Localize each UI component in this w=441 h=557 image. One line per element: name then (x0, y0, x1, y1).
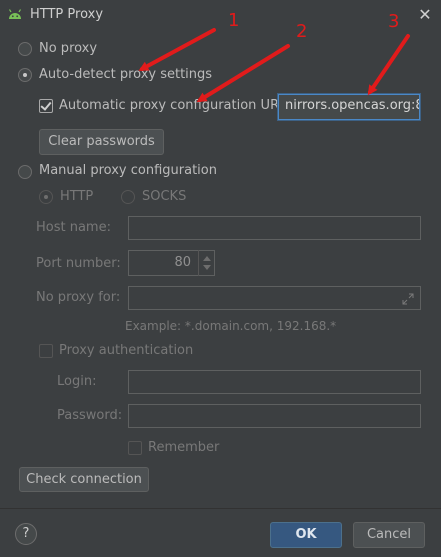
proxy-auth-label: Proxy authentication (59, 343, 194, 358)
window-title: HTTP Proxy (30, 7, 104, 22)
cancel-button[interactable]: Cancel (353, 522, 425, 548)
manual-proxy-label: Manual proxy configuration (39, 163, 217, 178)
no-proxy-radio[interactable] (18, 42, 32, 56)
socks-radio[interactable] (121, 190, 135, 204)
auto-config-label: Automatic proxy configuration URL: (59, 98, 291, 113)
no-proxy-for-label: No proxy for: (36, 290, 121, 305)
http-radio[interactable] (39, 190, 53, 204)
auto-config-checkbox[interactable] (39, 99, 53, 113)
annotation-number-3: 3 (388, 11, 400, 32)
login-input[interactable] (128, 370, 421, 394)
no-proxy-for-input[interactable] (128, 286, 421, 310)
remember-label: Remember (148, 440, 220, 455)
android-icon (8, 9, 22, 19)
socks-label: SOCKS (142, 189, 187, 204)
auto-detect-label: Auto-detect proxy settings (39, 67, 213, 82)
annotation-number-1: 1 (228, 10, 240, 31)
expand-icon[interactable] (402, 293, 414, 305)
manual-proxy-radio[interactable] (18, 165, 32, 179)
help-icon[interactable]: ? (15, 523, 37, 545)
clear-passwords-button[interactable]: Clear passwords (39, 129, 164, 155)
annotation-arrow-2 (196, 44, 290, 103)
footer-separator (0, 508, 441, 509)
spinner-arrows-icon[interactable] (198, 250, 215, 276)
auto-detect-radio[interactable] (18, 68, 32, 82)
port-number-value: 80 (174, 255, 191, 270)
port-number-label: Port number: (36, 256, 121, 271)
annotation-arrow-3 (367, 34, 410, 96)
proxy-auth-checkbox[interactable] (39, 344, 53, 358)
annotation-arrow-1 (138, 28, 216, 71)
http-label: HTTP (60, 189, 94, 204)
close-icon[interactable]: ✕ (415, 5, 435, 25)
login-label: Login: (57, 374, 97, 389)
ok-button[interactable]: OK (270, 522, 342, 548)
example-hint: Example: *.domain.com, 192.168.* (125, 319, 337, 333)
host-name-label: Host name: (36, 220, 111, 235)
host-name-input[interactable] (128, 216, 421, 240)
no-proxy-label: No proxy (39, 41, 98, 56)
annotation-number-2: 2 (296, 21, 308, 42)
remember-checkbox[interactable] (128, 441, 142, 455)
password-input[interactable] (128, 404, 421, 428)
auto-config-url-input[interactable]: nirrors.opencas.org:80 (278, 94, 420, 120)
port-number-spinner[interactable]: 80 (128, 250, 215, 276)
check-connection-button[interactable]: Check connection (19, 467, 149, 492)
password-label: Password: (57, 408, 123, 423)
